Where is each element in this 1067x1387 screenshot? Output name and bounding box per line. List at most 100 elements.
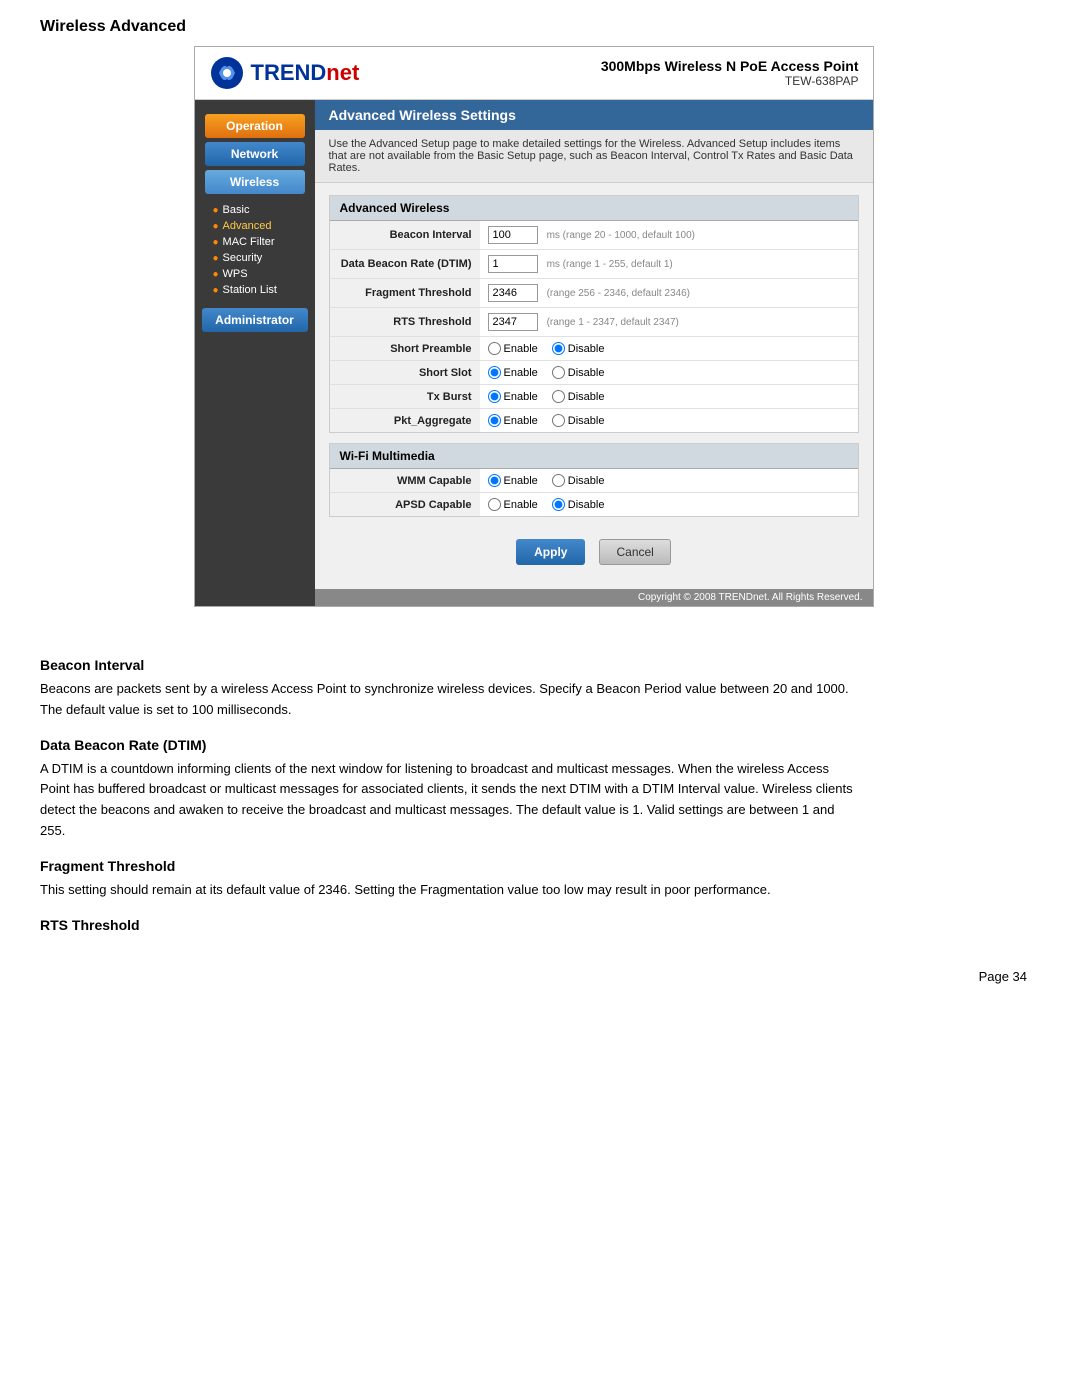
wifi-multimedia-title: Wi-Fi Multimedia — [330, 444, 858, 469]
dtim-label: Data Beacon Rate (DTIM) — [330, 250, 480, 279]
rts-threshold-hint: (range 1 - 2347, default 2347) — [547, 317, 679, 328]
section-heading-rts: RTS Threshold — [40, 917, 860, 933]
router-header: TRENDnet 300Mbps Wireless N PoE Access P… — [195, 47, 873, 100]
apsd-enable-radio[interactable] — [488, 498, 501, 511]
short-preamble-enable-radio[interactable] — [488, 342, 501, 355]
fragment-threshold-hint: (range 256 - 2346, default 2346) — [547, 288, 690, 299]
short-slot-disable-radio[interactable] — [552, 366, 565, 379]
section-para-beacon: Beacons are packets sent by a wireless A… — [40, 679, 860, 721]
sidebar-section-wireless: Wireless ● Basic ● Advanced ● MAC Filter — [195, 170, 315, 302]
wifi-multimedia-table: WMM Capable Enable Disable — [330, 469, 858, 516]
short-slot-disable-label[interactable]: Disable — [552, 366, 605, 379]
wmm-enable-label[interactable]: Enable — [488, 474, 538, 487]
bullet-icon: ● — [213, 237, 219, 248]
pkt-aggregate-disable-radio[interactable] — [552, 414, 565, 427]
table-row: Data Beacon Rate (DTIM) ms (range 1 - 25… — [330, 250, 858, 279]
fragment-threshold-input[interactable] — [488, 284, 538, 302]
beacon-interval-cell: ms (range 20 - 1000, default 100) — [480, 221, 858, 250]
section-heading-dtim: Data Beacon Rate (DTIM) — [40, 737, 860, 753]
rts-threshold-cell: (range 1 - 2347, default 2347) — [480, 308, 858, 337]
tx-burst-cell: Enable Disable — [480, 385, 858, 409]
sidebar-admin-button[interactable]: Administrator — [202, 308, 308, 332]
short-preamble-cell: Enable Disable — [480, 337, 858, 361]
advanced-wireless-title: Advanced Wireless — [330, 196, 858, 221]
table-row: Short Slot Enable Disable — [330, 361, 858, 385]
tx-burst-radio-group: Enable Disable — [488, 390, 850, 403]
sidebar-sub-items: ● Basic ● Advanced ● MAC Filter ● Securi… — [195, 198, 315, 302]
sidebar-item-advanced-label: Advanced — [223, 220, 272, 232]
short-preamble-disable-label[interactable]: Disable — [552, 342, 605, 355]
pkt-aggregate-enable-radio[interactable] — [488, 414, 501, 427]
bullet-icon: ● — [213, 253, 219, 264]
sidebar-section-admin: Administrator — [195, 308, 315, 332]
sidebar: Operation Network Wireless ● Basic ● Adv… — [195, 100, 315, 606]
trendnet-logo-icon — [209, 55, 245, 91]
copyright-bar: Copyright © 2008 TRENDnet. All Rights Re… — [315, 589, 873, 606]
product-name: 300Mbps Wireless N PoE Access Point — [601, 58, 859, 74]
dtim-input[interactable] — [488, 255, 538, 273]
sidebar-item-stationlist-label: Station List — [223, 284, 277, 296]
product-info: 300Mbps Wireless N PoE Access Point TEW-… — [601, 58, 859, 88]
advanced-wireless-section: Advanced Wireless Beacon Interval ms (ra… — [329, 195, 859, 433]
cancel-button[interactable]: Cancel — [599, 539, 670, 565]
sidebar-item-wps[interactable]: ● WPS — [213, 266, 315, 282]
pkt-aggregate-radio-group: Enable Disable — [488, 414, 850, 427]
sidebar-item-wps-label: WPS — [223, 268, 248, 280]
wmm-enable-radio[interactable] — [488, 474, 501, 487]
wmm-disable-label[interactable]: Disable — [552, 474, 605, 487]
apsd-capable-label: APSD Capable — [330, 493, 480, 517]
tx-burst-disable-label[interactable]: Disable — [552, 390, 605, 403]
short-slot-enable-label[interactable]: Enable — [488, 366, 538, 379]
apsd-enable-label[interactable]: Enable — [488, 498, 538, 511]
sidebar-item-basic[interactable]: ● Basic — [213, 202, 315, 218]
dtim-hint: ms (range 1 - 255, default 1) — [547, 259, 673, 270]
short-slot-enable-radio[interactable] — [488, 366, 501, 379]
short-slot-cell: Enable Disable — [480, 361, 858, 385]
pkt-aggregate-label: Pkt_Aggregate — [330, 409, 480, 433]
table-row: APSD Capable Enable Disable — [330, 493, 858, 517]
section-para-fragment: This setting should remain at its defaul… — [40, 880, 860, 901]
short-preamble-enable-label[interactable]: Enable — [488, 342, 538, 355]
sidebar-item-stationlist[interactable]: ● Station List — [213, 282, 315, 298]
short-preamble-disable-radio[interactable] — [552, 342, 565, 355]
fragment-threshold-cell: (range 256 - 2346, default 2346) — [480, 279, 858, 308]
table-row: WMM Capable Enable Disable — [330, 469, 858, 493]
page-number: Page 34 — [0, 959, 1067, 994]
tx-burst-enable-radio[interactable] — [488, 390, 501, 403]
table-row: Pkt_Aggregate Enable Disable — [330, 409, 858, 433]
sidebar-item-advanced[interactable]: ● Advanced — [213, 218, 315, 234]
beacon-interval-input[interactable] — [488, 226, 538, 244]
logo-text: TRENDnet — [251, 60, 360, 86]
content-description: Use the Advanced Setup page to make deta… — [315, 130, 873, 183]
pkt-aggregate-disable-label[interactable]: Disable — [552, 414, 605, 427]
short-preamble-label: Short Preamble — [330, 337, 480, 361]
main-content: Advanced Wireless Settings Use the Advan… — [315, 100, 873, 606]
bullet-icon: ● — [213, 269, 219, 280]
wmm-disable-radio[interactable] — [552, 474, 565, 487]
apply-button[interactable]: Apply — [516, 539, 585, 565]
tx-burst-disable-radio[interactable] — [552, 390, 565, 403]
content-area: Advanced Wireless Beacon Interval ms (ra… — [315, 183, 873, 589]
sidebar-item-macfilter[interactable]: ● MAC Filter — [213, 234, 315, 250]
sidebar-section-network: Network — [195, 142, 315, 166]
sidebar-network-button[interactable]: Network — [205, 142, 305, 166]
short-slot-radio-group: Enable Disable — [488, 366, 850, 379]
short-preamble-radio-group: Enable Disable — [488, 342, 850, 355]
table-row: RTS Threshold (range 1 - 2347, default 2… — [330, 308, 858, 337]
rts-threshold-input[interactable] — [488, 313, 538, 331]
tx-burst-enable-label[interactable]: Enable — [488, 390, 538, 403]
sidebar-item-security[interactable]: ● Security — [213, 250, 315, 266]
button-row: Apply Cancel — [329, 527, 859, 577]
pkt-aggregate-cell: Enable Disable — [480, 409, 858, 433]
pkt-aggregate-enable-label[interactable]: Enable — [488, 414, 538, 427]
apsd-disable-label[interactable]: Disable — [552, 498, 605, 511]
section-heading-beacon: Beacon Interval — [40, 657, 860, 673]
advanced-wireless-table: Beacon Interval ms (range 20 - 1000, def… — [330, 221, 858, 432]
apsd-disable-radio[interactable] — [552, 498, 565, 511]
router-body: Operation Network Wireless ● Basic ● Adv… — [195, 100, 873, 606]
sidebar-operation-button[interactable]: Operation — [205, 114, 305, 138]
section-para-dtim: A DTIM is a countdown informing clients … — [40, 759, 860, 842]
bullet-icon: ● — [213, 205, 219, 216]
sidebar-wireless-button[interactable]: Wireless — [205, 170, 305, 194]
wifi-multimedia-section: Wi-Fi Multimedia WMM Capable Enable — [329, 443, 859, 517]
